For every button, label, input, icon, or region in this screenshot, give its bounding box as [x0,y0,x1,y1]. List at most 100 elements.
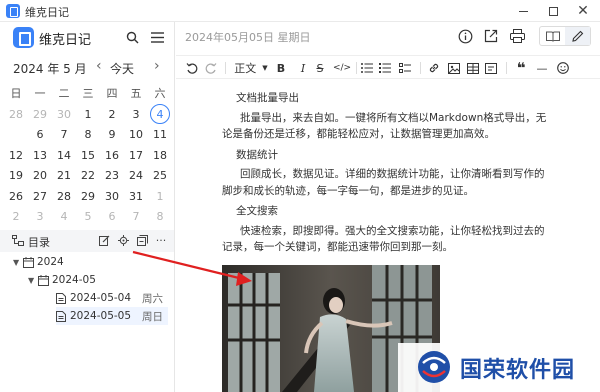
info-button[interactable] [456,27,474,45]
calendar-day[interactable]: 26 [4,187,28,207]
close-icon: ✕ [577,3,589,19]
calendar-day[interactable]: 7 [124,207,148,227]
bullet-list-button[interactable] [360,59,374,77]
paragraph-style-select[interactable]: 正文 ▼ [231,59,271,77]
calendar-day[interactable]: 17 [124,146,148,166]
calendar-day-number: 9 [108,128,116,142]
calendar-day[interactable]: 30 [52,105,76,125]
read-mode-button[interactable] [540,27,565,45]
calendar-day[interactable]: 24 [124,166,148,186]
close-button[interactable]: ✕ [568,0,598,22]
code-block-button[interactable] [484,59,498,77]
search-icon [126,31,138,43]
prev-month-button[interactable]: ‹ [96,58,102,74]
calendar-day[interactable]: 30 [100,187,124,207]
print-icon [509,29,525,43]
ordered-list-button[interactable] [378,59,392,77]
watermark-logo-icon [418,351,450,383]
calendar-day[interactable]: 31 [124,187,148,207]
calendar-day-number: 17 [129,148,143,162]
calendar-day[interactable]: 13 [28,146,52,166]
calendar-day[interactable]: 20 [28,166,52,186]
toolbar-divider [506,62,507,74]
calendar-day[interactable]: 3 [124,105,148,125]
calendar-day[interactable]: 22 [76,166,100,186]
calendar-day[interactable]: 19 [4,166,28,186]
next-month-button[interactable]: › [154,58,160,74]
calendar-day[interactable]: 9 [100,125,124,145]
calendar-week-row: 19 20 21 22 23 24 25 [4,166,172,187]
tree-folder-2024[interactable]: ▼ 2024 [13,253,163,271]
calendar-day-number: 8 [156,210,164,224]
redo-button[interactable] [203,59,219,77]
calendar-day[interactable]: 10 [124,125,148,145]
italic-button[interactable]: I [296,59,310,77]
calendar-day[interactable]: 4 [52,207,76,227]
search-button[interactable] [122,27,142,47]
maximize-button[interactable] [538,0,568,22]
inline-code-button[interactable]: </> [333,59,351,77]
today-button[interactable]: 今天 [110,60,134,77]
calendar-day[interactable]: 18 [148,146,172,166]
calendar-day[interactable]: 29 [76,187,100,207]
tree-file-2024-05-05[interactable]: 2024-05-05 周日 [56,307,168,325]
calendar-day[interactable]: 2 [4,207,28,227]
collapse-button[interactable] [135,233,149,247]
undo-button[interactable] [184,59,200,77]
calendar-day[interactable]: 1 [76,105,100,125]
editor-content[interactable]: 文档批量导出 批量导出，来去自如。一键将所有文档以Markdown格式导出，无论… [222,90,552,260]
strikethrough-button[interactable]: S [313,59,327,77]
calendar-day-number: 6 [108,210,116,224]
link-button[interactable] [427,59,441,77]
tree-item-label: 2024-05 [52,274,96,286]
tree-file-2024-05-04[interactable]: 2024-05-04 周六 [56,289,168,307]
image-button[interactable] [447,59,461,77]
minimize-button[interactable] [508,0,538,22]
calendar-day[interactable]: 27 [28,187,52,207]
tree-list-icon [12,235,24,246]
calendar-day[interactable]: 12 [4,146,28,166]
calendar-day[interactable]: 8 [76,125,100,145]
calendar-day[interactable]: 8 [148,207,172,227]
locate-button[interactable] [116,233,130,247]
task-list-button[interactable] [398,59,412,77]
calendar-day[interactable]: 5 [4,124,28,145]
calendar-day[interactable]: 14 [52,146,76,166]
calendar-day-number: 20 [33,169,47,183]
calendar-day-number: 16 [105,148,119,162]
calendar-day[interactable]: 16 [100,146,124,166]
print-button[interactable] [508,27,526,45]
menu-button[interactable] [147,27,167,47]
table-button[interactable] [466,59,480,77]
emoji-button[interactable] [556,59,570,77]
bullet-list-icon [361,63,373,73]
calendar-day[interactable]: 11 [148,125,172,145]
bold-button[interactable]: B [274,59,288,77]
quote-button[interactable]: ❝ [514,59,528,77]
calendar-week-row: 26 27 28 29 30 31 1 [4,187,172,208]
calendar-day[interactable]: 28 [52,187,76,207]
calendar-day[interactable]: 1 [148,187,172,207]
calendar-day[interactable]: 3 [28,207,52,227]
calendar-day[interactable]: 23 [100,166,124,186]
calendar-day[interactable]: 7 [52,125,76,145]
calendar-day[interactable]: 5 [76,207,100,227]
new-entry-button[interactable] [97,233,111,247]
calendar-week-row: 28 29 30 1 2 3 4 [4,103,172,126]
calendar-day[interactable]: 6 [28,125,52,145]
calendar-day[interactable]: 15 [76,146,100,166]
calendar-day[interactable]: 28 [4,105,28,125]
export-button[interactable] [482,27,500,45]
calendar-day[interactable]: 21 [52,166,76,186]
calendar-day[interactable]: 25 [148,166,172,186]
calendar-day[interactable]: 4 [148,103,172,125]
calendar-day[interactable]: 2 [100,105,124,125]
calendar-day[interactable]: 29 [28,105,52,125]
more-button[interactable]: ··· [154,233,168,247]
calendar-day[interactable]: 6 [100,207,124,227]
horizontal-rule-button[interactable]: — [535,59,549,77]
info-icon [458,29,472,43]
edit-mode-button[interactable] [565,27,590,45]
tree-folder-2024-05[interactable]: ▼ 2024-05 [28,271,163,289]
calendar-day-number: 11 [153,128,167,142]
